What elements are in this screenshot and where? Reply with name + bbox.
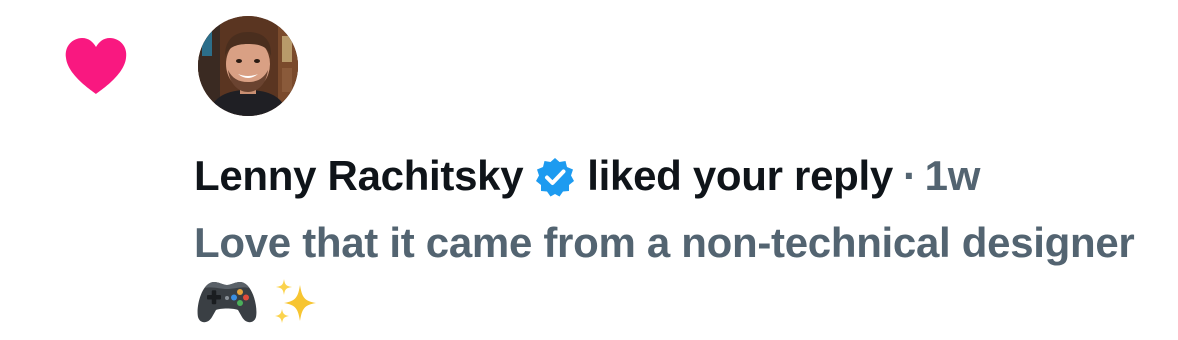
reply-preview[interactable]: Love that it came from a non-technical d… xyxy=(194,214,1154,330)
notification-headline: Lenny Rachitsky liked your reply · 1w xyxy=(194,148,980,204)
video-game-controller-emoji-icon xyxy=(197,282,257,323)
sparkles-emoji-icon xyxy=(275,279,316,323)
avatar[interactable] xyxy=(198,16,298,116)
like-notification[interactable]: Lenny Rachitsky liked your reply · 1w Lo… xyxy=(0,0,1178,340)
verified-badge-icon xyxy=(536,158,575,197)
action-text: liked your reply xyxy=(587,152,893,199)
user-name-link[interactable]: Lenny Rachitsky xyxy=(194,152,524,200)
heart-icon xyxy=(65,38,127,94)
reply-text: Love that it came from a non-technical d… xyxy=(194,219,1135,266)
separator-dot: · xyxy=(902,152,917,199)
timestamp[interactable]: 1w xyxy=(925,152,981,200)
